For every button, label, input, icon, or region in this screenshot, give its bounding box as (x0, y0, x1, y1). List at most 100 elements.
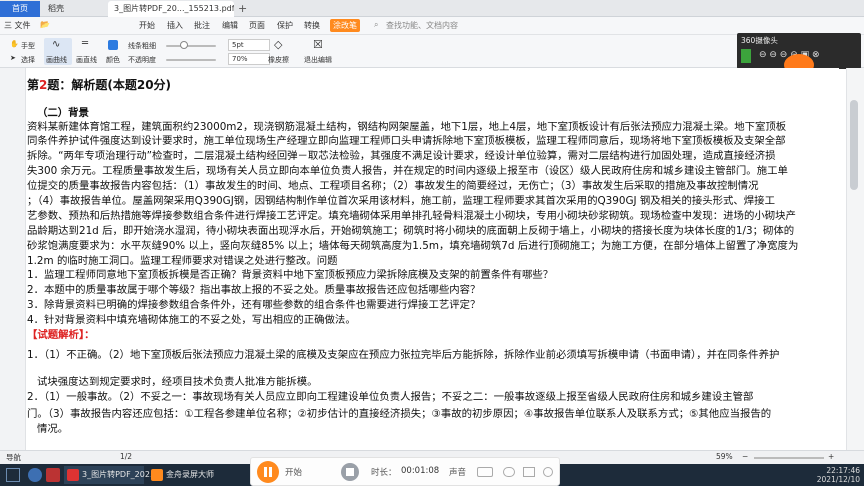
hand-icon[interactable]: ✋ (10, 40, 19, 48)
curve-icon: ∿ (52, 39, 61, 50)
doc-line: 艺参数、预热和后热措施等焊接参数组合条件进行焊接工艺评定。填充墙砌体采用单排孔轻… (27, 210, 796, 222)
clock-time: 22:17:46 (826, 466, 860, 475)
doc-line: 【试题解析】： (27, 329, 95, 341)
opacity-slider[interactable] (166, 59, 216, 61)
camera-icon[interactable] (503, 467, 515, 477)
thickness-slider[interactable] (166, 45, 216, 47)
file-menu[interactable]: 三 文件 (4, 20, 31, 31)
doc-line: （二）背景 (37, 107, 89, 119)
doc-line: 拆除。“两年专项治理行动”检查时，二层混凝土结构经回弹－取芯法检验，其强度不满足… (27, 150, 776, 162)
pdf-page: 第2题：解析题(本题20分) （二）背景资料某新建体育馆工程，建筑面积约2300… (27, 68, 839, 450)
zoom-in-button[interactable]: + (828, 452, 834, 461)
eraser-label[interactable]: 橡皮擦 (268, 55, 289, 65)
duration-label: 时长： (371, 468, 397, 478)
doc-line: 品龄期达到21d 后，即开始浇水湿润，待小砌块表面出现浮水后，开始砌筑施工；砌筑… (27, 225, 795, 237)
color-label[interactable]: 颜色 (106, 55, 120, 65)
menu-protect[interactable]: 保护 (277, 20, 293, 31)
camera-panel-title: 360摄像头 (741, 36, 778, 45)
tab-pdf-document[interactable]: 3_图片转PDF_20..._155213.pdf✕ (108, 1, 234, 17)
tab-pdf-label: 3_图片转PDF_20..._155213.pdf (114, 4, 234, 13)
doc-line: 2．本题中的质量事故属于哪个等级？指出事故上报的不妥之处。质量事故报告还应包括哪… (27, 284, 481, 296)
line-icon[interactable]: ═ (82, 38, 88, 49)
settings-icon[interactable] (543, 467, 553, 477)
pdf-icon (67, 469, 79, 481)
new-tab-button[interactable]: + (238, 2, 247, 15)
clock-date: 2021/12/10 (816, 475, 860, 484)
taskbar-item-pdf-label: 3_图片转PDF_202... (82, 470, 158, 479)
sound-label: 声音 (449, 468, 467, 478)
curve-pen-button[interactable]: ∿ 画曲线 (44, 38, 72, 65)
doc-line: 位提交的质量事故报告内容包括：（1）事故发生的时间、地点、工程项目名称；（2）事… (27, 180, 759, 192)
doc-line: 同条件养护试件强度达到设计要求时，施工单位现场生产经理立即向监理工程师口头申请拆… (27, 135, 786, 147)
zoom-level: 59% (716, 452, 733, 461)
menu-bar: 三 文件 📂 开始 插入 批注 编辑 页面 保护 转换 涂改笔 ⌕ 查找功能、文… (0, 17, 864, 35)
doc-line: 1．监理工程师同意地下室顶板拆模是否正确？背景资料中地下室顶板预应力梁拆除底模及… (27, 269, 554, 281)
zoom-out-button[interactable]: − (742, 452, 748, 461)
pause-button[interactable] (257, 461, 279, 483)
question-heading: 第2题：解析题(本题20分) (27, 76, 171, 93)
duration-value: 00:01:08 (401, 466, 440, 476)
taskbar-item-pdf[interactable]: 3_图片转PDF_202... (64, 466, 158, 484)
doc-line: 3．除背景资料已明确的焊接参数组合条件外，还有哪些参数的组合条件也需要进行焊接工… (27, 299, 481, 311)
opacity-dropdown[interactable]: 70% (228, 53, 270, 65)
tab-docer-label: 稻壳 (48, 4, 64, 13)
nav-toggle[interactable]: 导航 (6, 452, 21, 463)
taskbar-item-recorder[interactable]: 金舟录屏大师 (148, 466, 244, 484)
start-label: 开始 (285, 468, 303, 478)
select-tool-label[interactable]: 选择 (21, 55, 35, 65)
color-swatch[interactable] (108, 40, 118, 50)
doc-line: 2．（1）一般事故。（2）不妥之一：事故现场有关人员应立即向工程建设单位负责人报… (27, 391, 754, 403)
page-indicator[interactable]: 1/2 (120, 452, 132, 461)
search-icon[interactable]: ⌕ (374, 20, 378, 30)
system-clock[interactable]: 22:17:46 2021/12/10 (817, 466, 860, 484)
signal-icon (741, 49, 751, 63)
doc-line: 4．针对背景资料中填充墙砌体施工的不妥之处，写出相应的正确做法。 (27, 314, 356, 326)
recorder-control-bar: 开始 时长： 00:01:08 声音 (250, 457, 560, 486)
thickness-slider-knob[interactable] (179, 41, 188, 49)
exit-edit-label[interactable]: 退出编辑 (304, 55, 332, 65)
menu-convert[interactable]: 转换 (304, 20, 320, 31)
stop-button[interactable] (341, 463, 359, 481)
doc-line: 情况。 (37, 423, 69, 435)
heading-rest: 题：解析题(本题20分) (47, 78, 172, 92)
folder-icon[interactable]: 📂 (40, 20, 50, 29)
tab-bar: 首页 稻壳 3_图片转PDF_20..._155213.pdf✕ + (0, 0, 864, 17)
hand-tool-label[interactable]: 手型 (21, 41, 35, 51)
thickness-label: 线条粗细 (128, 42, 156, 50)
menu-edit[interactable]: 编辑 (222, 20, 238, 31)
wps-icon[interactable] (46, 468, 60, 482)
doc-line: 资料某新建体育馆工程，建筑面积约23000m2，现浇钢筋混凝土结构，钢结构网架屋… (27, 121, 787, 133)
zoom-slider[interactable] (754, 457, 824, 459)
menu-annotate[interactable]: 批注 (194, 20, 210, 31)
opacity-value: 70% (232, 55, 248, 63)
left-sidebar (0, 68, 26, 450)
doc-line: 1．（1）不正确。（2）地下室顶板后张法预应力混凝土梁的底模及支架应在预应力张拉… (27, 349, 780, 361)
doc-line: 失300 余万元。工程质量事故发生后，现场有关人员立即向本单位负责人报告，并在规… (27, 165, 788, 177)
menu-page[interactable]: 页面 (249, 20, 265, 31)
heading-prefix: 第 (27, 78, 40, 92)
eraser-icon[interactable]: ◇ (274, 38, 282, 51)
doc-line: 门。（3）事故报告内容还应包括：①工程各参建单位名称；②初步估计的直接经济损失；… (27, 408, 772, 420)
tab-docer[interactable]: 稻壳 (42, 1, 104, 17)
menu-insert[interactable]: 插入 (167, 20, 183, 31)
tab-home[interactable]: 首页 (0, 1, 40, 17)
cursor-icon[interactable]: ➤ (10, 54, 16, 62)
menu-start[interactable]: 开始 (139, 20, 155, 31)
size-value: 5pt (232, 41, 244, 49)
doc-line: 试块强度达到规定要求时，经项目技术负责人批准方能拆模。 (37, 376, 318, 388)
volume-icon[interactable] (477, 467, 493, 477)
opacity-label: 不透明度 (128, 56, 156, 64)
search-input[interactable]: 查找功能、文档内容 (386, 20, 458, 31)
pen-toolbar: ✋ 手型 ➤ 选择 ∿ 画曲线 ═ 画直线 颜色 线条粗细 不透明度 5pt 7… (0, 35, 864, 68)
scrollbar-thumb[interactable] (850, 100, 858, 190)
recorder-icon (151, 469, 163, 481)
edit-icon[interactable] (523, 467, 535, 477)
menu-scribble-pen[interactable]: 涂改笔 (330, 19, 360, 32)
doc-line: 1.2m 的临时施工洞口。监理工程师要求对错误之处进行整改。问题 (27, 255, 338, 267)
exit-icon[interactable]: ☒ (313, 38, 323, 51)
browser-icon[interactable] (28, 468, 42, 482)
start-icon[interactable] (6, 468, 20, 482)
size-dropdown[interactable]: 5pt (228, 39, 270, 51)
doc-line: 砂浆饱满度要求为：水平灰缝90% 以上，竖向灰缝85% 以上；墙体每天砌筑高度为… (27, 240, 799, 252)
straight-line-label[interactable]: 画直线 (76, 55, 97, 65)
